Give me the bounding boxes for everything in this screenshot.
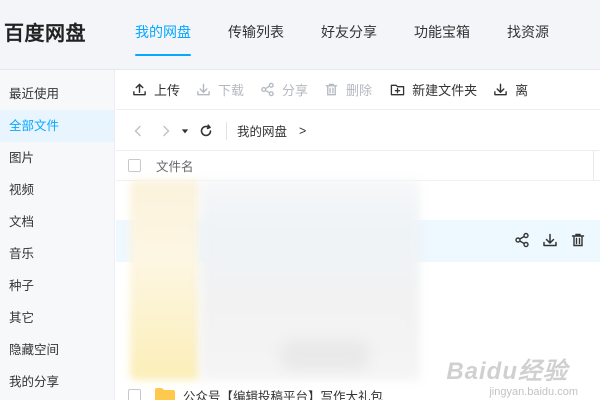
upload-icon bbox=[133, 83, 146, 96]
sidebar-item-all-files[interactable]: 全部文件 bbox=[0, 110, 114, 142]
row-checkbox[interactable] bbox=[128, 388, 141, 400]
share-label: 分享 bbox=[282, 83, 309, 98]
refresh-button[interactable] bbox=[198, 123, 214, 139]
upload-label: 上传 bbox=[154, 83, 181, 98]
watermark-url: jingyan.baidu.com bbox=[489, 386, 578, 398]
download-icon bbox=[197, 83, 210, 96]
main-nav: 我的网盘 传输列表 好友分享 功能宝箱 找资源 bbox=[118, 0, 586, 70]
path-bar: 我的网盘 > bbox=[116, 111, 600, 151]
column-header-filename[interactable]: 文件名 bbox=[156, 156, 194, 175]
download-icon bbox=[543, 233, 557, 247]
sidebar-item-recent[interactable]: 最近使用 bbox=[0, 78, 114, 110]
nav-tab-toolbox[interactable]: 功能宝箱 bbox=[414, 0, 470, 70]
sidebar-item-videos[interactable]: 视频 bbox=[0, 174, 114, 206]
refresh-icon bbox=[200, 123, 212, 136]
sidebar: 最近使用 全部文件 图片 视频 文档 音乐 种子 其它 隐藏空间 我的分享 bbox=[0, 70, 115, 400]
nav-tab-find-resources[interactable]: 找资源 bbox=[507, 0, 549, 70]
column-divider bbox=[593, 151, 594, 181]
offline-download-icon bbox=[494, 83, 507, 96]
share-icon bbox=[261, 82, 274, 97]
share-button[interactable]: 分享 bbox=[260, 80, 308, 99]
app-logo: 百度网盘 bbox=[4, 23, 86, 45]
breadcrumb-current[interactable]: 我的网盘 bbox=[237, 121, 287, 140]
nav-tab-transfer-list[interactable]: 传输列表 bbox=[228, 0, 284, 70]
download-button[interactable]: 下载 bbox=[196, 80, 244, 99]
table-row[interactable] bbox=[116, 220, 600, 262]
share-icon bbox=[515, 232, 529, 248]
offline-download-button[interactable]: 离 bbox=[493, 80, 528, 99]
sidebar-item-hidden-space[interactable]: 隐藏空间 bbox=[0, 334, 114, 366]
row-download-button[interactable] bbox=[542, 232, 558, 248]
chevron-right-icon bbox=[163, 125, 170, 136]
row-delete-button[interactable] bbox=[570, 232, 586, 248]
chevron-left-icon bbox=[134, 125, 141, 136]
new-folder-icon bbox=[390, 84, 405, 96]
caret-down-icon bbox=[181, 128, 189, 133]
sidebar-item-torrents[interactable]: 种子 bbox=[0, 270, 114, 302]
select-all-checkbox[interactable] bbox=[128, 159, 141, 172]
nav-tab-my-disk[interactable]: 我的网盘 bbox=[135, 0, 191, 70]
sidebar-item-my-shares[interactable]: 我的分享 bbox=[0, 366, 114, 398]
offline-download-label: 离 bbox=[515, 83, 529, 98]
forward-button[interactable] bbox=[158, 123, 174, 139]
download-label: 下载 bbox=[218, 83, 245, 98]
baidu-jingyan-watermark: Baidu经验 bbox=[446, 358, 568, 385]
sidebar-item-other[interactable]: 其它 bbox=[0, 302, 114, 334]
upload-button[interactable]: 上传 bbox=[132, 80, 180, 99]
new-folder-button[interactable]: 新建文件夹 bbox=[390, 80, 477, 99]
folder-icon bbox=[155, 388, 175, 400]
file-name[interactable]: 公众号【编辑投稿平台】写作大礼包 bbox=[183, 386, 383, 400]
blurred-file-list bbox=[130, 180, 420, 385]
sidebar-item-music[interactable]: 音乐 bbox=[0, 238, 114, 270]
trash-icon bbox=[325, 83, 338, 96]
row-actions bbox=[502, 232, 586, 248]
trash-icon bbox=[571, 233, 585, 247]
delete-label: 删除 bbox=[346, 83, 373, 98]
delete-button[interactable]: 删除 bbox=[324, 80, 372, 99]
path-divider bbox=[226, 121, 227, 140]
breadcrumb-separator: > bbox=[299, 123, 307, 138]
new-folder-label: 新建文件夹 bbox=[412, 83, 478, 98]
nav-tab-friend-share[interactable]: 好友分享 bbox=[321, 0, 377, 70]
file-table-header: 文件名 bbox=[116, 151, 600, 181]
top-bar: 百度网盘 我的网盘 传输列表 好友分享 功能宝箱 找资源 bbox=[0, 0, 600, 70]
row-share-button[interactable] bbox=[514, 232, 530, 248]
sidebar-item-images[interactable]: 图片 bbox=[0, 142, 114, 174]
file-toolbar: 上传 下载 分享 删除 新建文件夹 离 bbox=[116, 70, 600, 110]
history-dropdown[interactable] bbox=[180, 123, 190, 139]
sidebar-item-documents[interactable]: 文档 bbox=[0, 206, 114, 238]
back-button[interactable] bbox=[130, 123, 146, 139]
